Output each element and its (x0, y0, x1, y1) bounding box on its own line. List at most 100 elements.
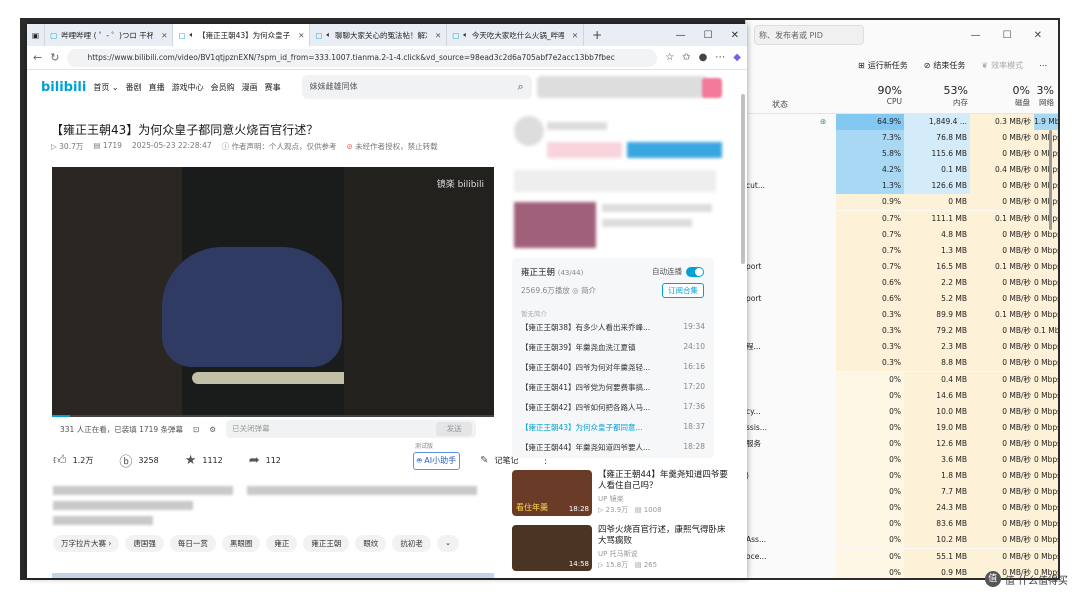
nav-anime[interactable]: 番剧 (126, 82, 142, 93)
end-task-button[interactable]: ⊘ 结束任务 (924, 60, 966, 71)
tag-item[interactable]: 唐国强 (125, 535, 164, 552)
process-row[interactable]: oce... 0%55.1 MB0 MB/秒0 Mbps (746, 548, 1058, 565)
speaker-icon[interactable]: 🔈︎ (326, 30, 331, 40)
subscribe-collection-button[interactable]: 订阅合集 (662, 283, 704, 298)
close-button[interactable]: ✕ (731, 30, 739, 41)
episode-item[interactable]: 【雍正王朝42】四爷如何把各路人马... 17:36 (521, 402, 705, 413)
recommendation-uploader[interactable]: UP 托马斯说 (598, 549, 638, 559)
process-row[interactable]: 5.8%115.6 MB0 MB/秒0 Mbps (746, 146, 1058, 163)
process-row[interactable]: ⊛ 64.9%1,849.4 ...0.3 MB/秒1.9 Mbps (746, 114, 1058, 130)
episode-item[interactable]: 【雍正王朝40】四爷为何对年羹尧轻... 16:16 (521, 362, 705, 373)
recommendation-thumbnail[interactable]: 看住年羹 18:28 (512, 470, 592, 516)
recommendation-title[interactable]: 【雍正王朝44】年羹尧知道四爷要人看住自己吗？ (598, 470, 728, 492)
tab-close-icon[interactable]: ✕ (298, 31, 304, 40)
menu-icon[interactable]: ⋯ (715, 52, 725, 63)
nav-manga[interactable]: 漫画 (242, 82, 258, 93)
tab-sidebar-toggle[interactable]: ▣ (27, 24, 46, 46)
uploader-name[interactable] (547, 122, 607, 130)
tag-item[interactable]: 每日一赏 (169, 535, 216, 552)
process-row[interactable]: 0.9%0 MB0 MB/秒0 Mbps (746, 194, 1058, 211)
speaker-icon[interactable]: 🔈︎ (463, 30, 468, 40)
disk-column-header[interactable]: 0% 磁盘 (970, 84, 1030, 108)
danmaku-settings-icon[interactable]: ⚙ (209, 425, 216, 434)
search-icon[interactable]: ⌕ (517, 75, 523, 99)
star-icon[interactable]: ☆ (665, 52, 674, 63)
nav-shop[interactable]: 会员购 (211, 82, 235, 93)
tag-item[interactable]: 黑眼圈 (221, 535, 261, 552)
follow-button[interactable] (627, 142, 722, 158)
process-row[interactable]: 0.6%2.2 MB0 MB/秒0 Mbps (746, 274, 1058, 291)
process-row[interactable]: 0.7%1.3 MB0 MB/秒0 Mbps (746, 242, 1058, 259)
nav-live[interactable]: 直播 (149, 82, 165, 93)
process-row[interactable]: 4.2%0.1 MB0.4 MB/秒0 Mbps (746, 162, 1058, 179)
ad-thumbnail[interactable] (514, 202, 596, 248)
speaker-icon[interactable]: 🔈︎ (190, 30, 195, 40)
process-row[interactable]: 0%3.6 MB0 MB/秒0 Mbps (746, 451, 1058, 468)
network-column-header[interactable]: 3% 网络 (1028, 84, 1054, 108)
episode-item[interactable]: 【雍正王朝44】年羹尧知道四爷要人... 18:28 (521, 442, 705, 453)
ad-banner[interactable] (514, 170, 716, 192)
process-row[interactable]: )0%1.8 MB0 MB/秒0 Mbps (746, 468, 1058, 485)
autoplay-toggle[interactable]: 自动连播 (652, 266, 704, 277)
recommendation-card[interactable]: 看住年羹 18:28 【雍正王朝44】年羹尧知道四爷要人看住自己吗？ UP 镜楽… (512, 470, 732, 518)
process-row[interactable]: port 0.7%16.5 MB0.1 MB/秒0 Mbps (746, 258, 1058, 275)
tag-item[interactable]: 雍正 (266, 535, 298, 552)
process-row[interactable]: 0.7%111.1 MB0.1 MB/秒0 Mbps (746, 210, 1058, 227)
maximize-button[interactable]: ☐ (1003, 30, 1012, 41)
nav-home[interactable]: 首页 ⌄ (93, 82, 118, 93)
tag-item[interactable]: 抗初老 (392, 535, 431, 552)
danmaku-input[interactable]: 已关闭弹幕 发送 (226, 420, 477, 438)
episode-item[interactable]: 【雍正王朝41】四爷党为何要费事搞... 17:20 (521, 382, 705, 393)
profile-icon[interactable]: ● (699, 52, 708, 63)
refresh-icon[interactable]: ↻ (50, 51, 59, 64)
process-row[interactable]: 0%83.6 MB0 MB/秒0 Mbps (746, 516, 1058, 533)
upload-button[interactable] (702, 78, 722, 98)
episode-item[interactable]: 【雍正王朝39】年羹尧血洗江夏镇 24:10 (521, 342, 705, 353)
notes-icon[interactable]: ✎ (480, 455, 488, 466)
minimize-button[interactable]: — (676, 30, 686, 41)
process-search-input[interactable]: 称、发布者或 PID (754, 25, 864, 45)
process-row[interactable]: 0.3%79.2 MB0 MB/秒0.1 Mbps (746, 323, 1058, 340)
memory-column-header[interactable]: 53% 内存 (904, 84, 968, 108)
process-row[interactable]: 0%24.3 MB0 MB/秒0 Mbps (746, 500, 1058, 517)
efficiency-mode-button[interactable]: ❦ 效率模式 (981, 60, 1023, 71)
coin-icon[interactable]: ⓑ (119, 451, 132, 470)
process-scrollbar[interactable] (1049, 130, 1052, 230)
tab-close-icon[interactable]: ✕ (435, 31, 441, 40)
recommendation-uploader[interactable]: UP 镜楽 (598, 494, 624, 504)
process-row[interactable]: ssis... 0%19.0 MB0 MB/秒0 Mbps (746, 419, 1058, 436)
new-tab-button[interactable]: + (584, 28, 610, 42)
recommendation-thumbnail[interactable]: 14:58 (512, 525, 592, 571)
recommendation-title[interactable]: 四爷火烧百官行述，康熙气得卧床大骂瘸败 (598, 525, 728, 547)
toggle-switch[interactable] (686, 266, 704, 277)
browser-tab[interactable]: ▢哔哩哔哩 ( ゜- ゜)つロ 干杯~-bilibi ✕ (45, 24, 174, 46)
maximize-button[interactable]: ☐ (704, 30, 713, 41)
collection-title[interactable]: 雍正王朝 (43/44) (521, 266, 583, 278)
process-row[interactable]: 7.3%76.8 MB0 MB/秒0 Mbps (746, 130, 1058, 147)
process-row[interactable]: port 0.6%5.2 MB0 MB/秒0 Mbps (746, 291, 1058, 308)
send-danmaku-button[interactable]: 发送 (436, 422, 473, 436)
site-search-input[interactable]: 妹妹雌雄同体 ⌕ (301, 75, 532, 99)
process-row[interactable]: cy... 0%10.0 MB0 MB/秒0 Mbps (746, 403, 1058, 420)
process-row[interactable]: 服务 0%12.6 MB0 MB/秒0 Mbps (746, 435, 1058, 452)
nav-esports[interactable]: 赛事 (265, 82, 281, 93)
favorite-icon[interactable]: ★ (185, 453, 197, 468)
uploader-avatar[interactable] (514, 116, 544, 146)
tags-expand-button[interactable]: ⌄ (436, 535, 460, 552)
tab-close-icon[interactable]: ✕ (161, 31, 167, 40)
process-row[interactable]: 0%7.7 MB0 MB/秒0 Mbps (746, 484, 1058, 501)
copilot-icon[interactable]: ◆ (733, 52, 741, 63)
danmaku-toggle-icon[interactable]: ⊡ (193, 425, 199, 434)
process-row[interactable]: 0.3%8.8 MB0 MB/秒0 Mbps (746, 355, 1058, 372)
tag-item[interactable]: 万字拉片大赛 › (53, 535, 120, 552)
browser-tab[interactable]: ▢ 🔈︎ 聊聊大家关心的冤法帖！解决 ✕ (310, 24, 448, 46)
run-new-task-button[interactable]: ⊞ 运行新任务 (858, 60, 908, 71)
intro-link[interactable]: ◎ 简介 (572, 286, 596, 295)
status-column-header[interactable]: 状态 (772, 99, 788, 110)
nav-game[interactable]: 游戏中心 (172, 82, 204, 93)
share-icon[interactable]: ➦ (249, 453, 260, 468)
cpu-column-header[interactable]: 90% CPU (836, 84, 902, 106)
process-row[interactable]: 0%14.6 MB0 MB/秒0 Mbps (746, 387, 1058, 404)
process-row[interactable]: cut... 1.3%126.6 MB0 MB/秒0 Mbps (746, 178, 1058, 195)
process-row[interactable]: 0.3%89.9 MB0.1 MB/秒0 Mbps (746, 307, 1058, 324)
